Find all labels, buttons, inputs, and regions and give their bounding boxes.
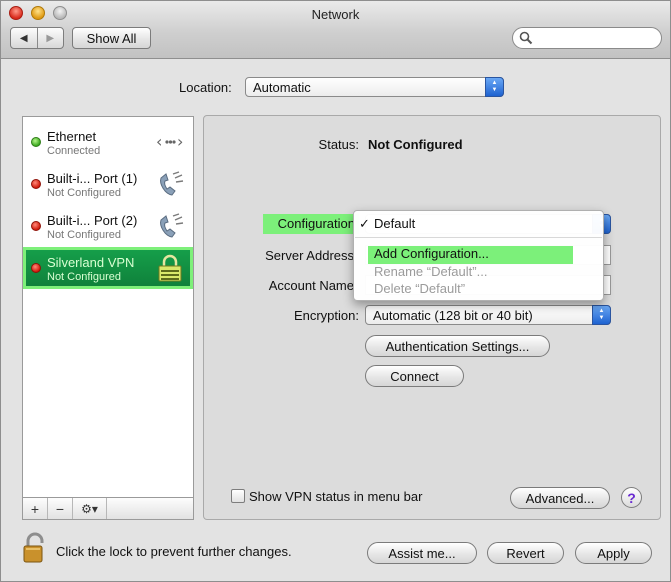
menu-item-add-configuration[interactable]: Add Configuration... <box>368 246 573 264</box>
add-service-button[interactable]: + <box>23 498 48 519</box>
apply-button[interactable]: Apply <box>575 542 652 564</box>
location-popup[interactable]: Automatic ▲ ▼ <box>245 77 504 97</box>
popup-arrows-icon: ▲▼ <box>592 305 611 325</box>
help-button[interactable]: ? <box>621 487 642 508</box>
service-name: Built-i... Port (1) <box>47 171 138 186</box>
phone-modem-icon <box>160 171 184 196</box>
menu-item-delete-configuration: Delete “Default” <box>354 281 603 299</box>
status-dot-icon <box>31 221 41 231</box>
service-list: Ethernet Connected ‹ › Built-i... Port (… <box>22 116 194 498</box>
ethernet-icon: ‹ › <box>156 132 183 151</box>
service-item-builtin-port-1[interactable]: Built-i... Port (1) Not Configured <box>23 163 193 205</box>
action-gear-button[interactable]: ⚙▾ <box>73 498 107 519</box>
status-dot-icon <box>31 263 41 273</box>
connect-button[interactable]: Connect <box>365 365 464 387</box>
revert-button[interactable]: Revert <box>487 542 564 564</box>
title-bar: Network ◀ ▶ Show All <box>1 1 670 59</box>
back-forward-control: ◀ ▶ <box>10 27 64 49</box>
search-icon <box>519 31 533 45</box>
vpn-lock-icon <box>158 254 182 282</box>
assist-me-button[interactable]: Assist me... <box>367 542 477 564</box>
status-dot-icon <box>31 137 41 147</box>
show-vpn-status-label: Show VPN status in menu bar <box>249 489 423 504</box>
menu-separator <box>355 237 602 238</box>
encryption-value: Automatic (128 bit or 40 bit) <box>373 307 533 323</box>
menu-item-default[interactable]: ✓ Default <box>354 216 603 234</box>
service-status: Not Configured <box>47 187 121 199</box>
status-label: Status: <box>318 137 359 152</box>
checkmark-icon: ✓ <box>359 216 370 231</box>
account-name-label: Account Name <box>268 278 354 293</box>
location-label: Location: <box>179 80 232 95</box>
status-value: Not Configured <box>368 137 463 152</box>
show-all-button[interactable]: Show All <box>72 27 151 49</box>
service-status: Not Configured <box>47 229 121 241</box>
encryption-label: Encryption: <box>293 308 359 323</box>
service-status: Connected <box>47 145 101 157</box>
back-button[interactable]: ◀ <box>11 28 37 48</box>
service-item-builtin-port-2[interactable]: Built-i... Port (2) Not Configured <box>23 205 193 247</box>
service-status: Not Configured <box>47 271 121 283</box>
menu-item-label: Delete “Default” <box>374 281 466 296</box>
show-vpn-status-checkbox[interactable] <box>231 489 245 503</box>
lock-message: Click the lock to prevent further change… <box>56 544 292 559</box>
authentication-settings-button[interactable]: Authentication Settings... <box>365 335 550 357</box>
menu-item-label: Default <box>374 216 416 231</box>
configuration-menu: ✓ Default Add Configuration... Rename “D… <box>353 210 604 301</box>
status-dot-icon <box>31 179 41 189</box>
service-list-toolbar: + − ⚙▾ <box>22 498 194 520</box>
search-field[interactable] <box>512 27 662 49</box>
server-address-label: Server Address <box>265 248 354 263</box>
service-name: Built-i... Port (2) <box>47 213 138 228</box>
forward-button[interactable]: ▶ <box>36 28 64 48</box>
location-value: Automatic <box>253 79 311 95</box>
menu-item-label: Rename “Default”... <box>374 264 488 279</box>
service-item-silverland-vpn[interactable]: Silverland VPN Not Configured <box>23 247 193 289</box>
configuration-label: Configuration <box>263 214 359 234</box>
service-item-ethernet[interactable]: Ethernet Connected ‹ › <box>23 121 193 163</box>
svg-text:›: › <box>177 132 183 151</box>
popup-arrows-icon: ▲▼ <box>485 77 504 97</box>
service-name: Silverland VPN <box>47 255 135 270</box>
menu-item-rename-configuration: Rename “Default”... <box>354 264 603 282</box>
lock-icon[interactable] <box>22 532 48 564</box>
encryption-popup[interactable]: Automatic (128 bit or 40 bit) ▲ ▼ <box>365 305 611 325</box>
menu-item-label: Add Configuration... <box>374 246 489 261</box>
advanced-button[interactable]: Advanced... <box>510 487 610 509</box>
service-name: Ethernet <box>47 129 97 144</box>
window-title: Network <box>311 7 360 22</box>
remove-service-button[interactable]: − <box>48 498 73 519</box>
phone-modem-icon <box>160 213 184 238</box>
svg-text:‹: ‹ <box>156 132 162 151</box>
network-preferences-window: Network ◀ ▶ Show All Location: Automatic… <box>0 0 671 582</box>
